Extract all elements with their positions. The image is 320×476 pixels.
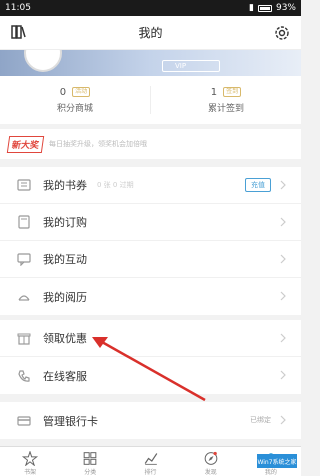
- history-icon: [18, 294, 30, 301]
- settings-gear-icon[interactable]: [273, 24, 291, 42]
- menu-item-subscription[interactable]: 我的订购: [0, 204, 301, 241]
- menu-label: 在线客服: [43, 369, 87, 383]
- menu-item-coupon[interactable]: 我的书券 0 张 0 过期 充值: [0, 167, 301, 204]
- tab-label: 书架: [24, 469, 37, 476]
- compass-icon: [204, 451, 218, 465]
- battery-percent: 93%: [275, 3, 296, 13]
- menu-label: 我的阅历: [43, 290, 87, 304]
- avatar[interactable]: [24, 50, 62, 72]
- coupon-count: 0 张 0 过期: [97, 181, 134, 189]
- promo-banner[interactable]: 新大奖 每日抽奖升级，领奖机会加倍哦: [0, 129, 301, 159]
- menu-item-interaction[interactable]: 我的互动: [0, 241, 301, 278]
- stat-label: 累计签到: [207, 103, 244, 114]
- stat-number: 1: [210, 86, 218, 98]
- vip-tag[interactable]: VIP: [162, 60, 220, 72]
- stats-row: 0 活动 积分商城 1 签到 累计签到: [0, 76, 301, 124]
- star-icon: [22, 451, 39, 466]
- menu-label: 我的互动: [43, 253, 87, 266]
- chat-icon: [17, 253, 31, 266]
- stat-tag: 签到: [223, 87, 242, 97]
- menu-group-account: 我的书券 0 张 0 过期 充值 我的订购 我的互动 我的阅历: [0, 167, 301, 315]
- stat-checkin[interactable]: 1 签到 累计签到: [151, 76, 301, 124]
- bookshelf-icon[interactable]: [10, 24, 26, 40]
- chevron-right-icon: [280, 370, 286, 380]
- trend-chart-icon: [144, 453, 157, 465]
- promo-badge: 新大奖: [6, 135, 45, 153]
- stat-tag: 活动: [72, 87, 91, 97]
- menu-label: 我的订购: [43, 216, 87, 229]
- tab-label: 发现: [204, 469, 217, 476]
- menu-item-history[interactable]: 我的阅历: [0, 278, 301, 315]
- coupon-icon: [17, 179, 31, 191]
- subscription-icon: [18, 215, 30, 229]
- page-title: 我的: [138, 26, 163, 40]
- chevron-right-icon: [280, 333, 286, 343]
- tab-label: 排行: [144, 469, 157, 476]
- menu-label: 管理银行卡: [43, 414, 98, 428]
- chevron-right-icon: [280, 291, 286, 301]
- bank-card-status: 已绑定: [250, 416, 271, 424]
- status-time: 11:05: [5, 3, 31, 13]
- chevron-right-icon: [280, 254, 286, 264]
- stat-points-mall[interactable]: 0 活动 积分商城: [0, 76, 150, 124]
- signal-icon: ▮: [249, 3, 254, 13]
- menu-item-service[interactable]: 在线客服: [0, 357, 301, 394]
- stat-label: 积分商城: [56, 103, 93, 114]
- page-header: 我的: [0, 16, 301, 50]
- menu-label: 领取优惠: [43, 332, 87, 345]
- tab-category[interactable]: 分类: [60, 447, 120, 476]
- status-bar: 11:05 ▮ 93%: [0, 0, 301, 16]
- battery-icon: [257, 4, 272, 12]
- recharge-button[interactable]: 充值: [245, 178, 271, 192]
- chevron-right-icon: [280, 217, 286, 227]
- tab-bookshelf[interactable]: 书架: [0, 447, 60, 476]
- tab-ranking[interactable]: 排行: [120, 447, 180, 476]
- promo-text: 每日抽奖升级，领奖机会加倍哦: [49, 140, 148, 148]
- tab-label: 分类: [84, 469, 97, 476]
- chevron-right-icon: [280, 415, 286, 425]
- phone-icon: [18, 369, 30, 382]
- chevron-right-icon: [280, 180, 286, 190]
- grid-icon: [83, 452, 97, 465]
- menu-group-bank: 管理银行卡 已绑定: [0, 402, 301, 439]
- menu-item-bank-card[interactable]: 管理银行卡 已绑定: [0, 402, 301, 439]
- bank-card-icon: [17, 415, 31, 426]
- profile-banner: VIP: [0, 50, 301, 76]
- tab-discover[interactable]: 发现: [181, 447, 241, 476]
- tab-label: 我的: [264, 469, 277, 476]
- watermark-logo: Win7系统之家: [257, 454, 297, 468]
- bottom-tab-bar: 书架 分类 排行 发现 我的: [0, 446, 301, 476]
- stat-number: 0: [59, 86, 67, 98]
- status-icons: ▮ 93%: [249, 3, 296, 13]
- menu-item-offers[interactable]: 领取优惠: [0, 320, 301, 357]
- menu-group-service: 领取优惠 在线客服: [0, 320, 301, 394]
- gift-icon: [17, 333, 31, 345]
- menu-label: 我的书券: [43, 179, 87, 192]
